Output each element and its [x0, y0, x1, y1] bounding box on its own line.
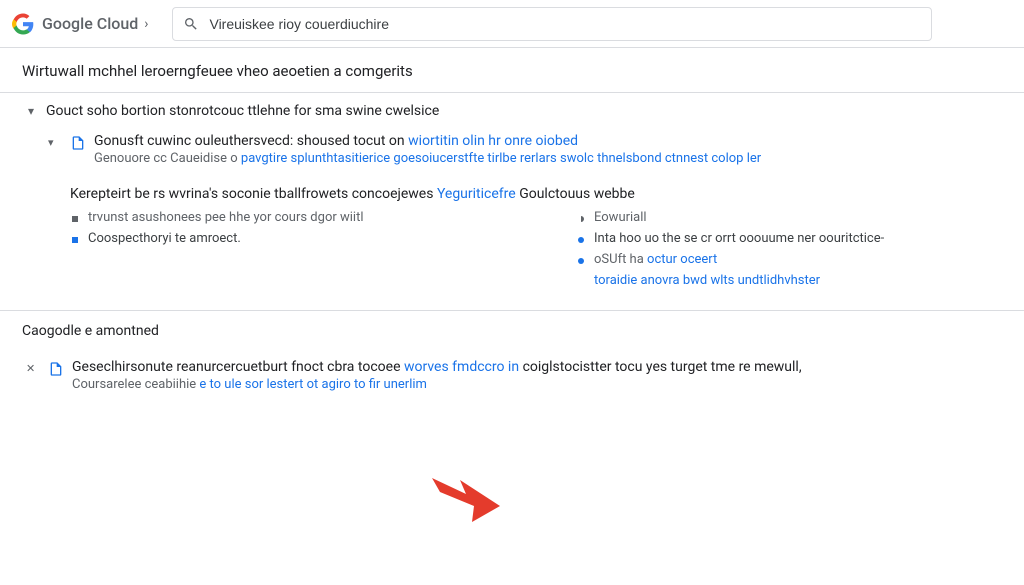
sub-heading-link[interactable]: Yeguriticefre — [437, 186, 516, 202]
result-subtitle: Coursarelee ceabiihie e to ule sor leste… — [72, 377, 1002, 392]
result-title-link[interactable]: wiortitin olin hr onre oiobed — [408, 133, 578, 149]
two-column-list: trvunst asushonees pee hhe yor cours dgo… — [22, 210, 1002, 294]
chevron-down-icon: ▾ — [48, 133, 62, 166]
chevron-right-icon[interactable]: › — [144, 16, 148, 32]
bullet-icon — [70, 210, 80, 222]
collapse-icon: ✕ — [26, 359, 40, 392]
section-2-title: Caogodle e amontned — [0, 311, 1024, 345]
search-box[interactable] — [172, 7, 932, 41]
chevron-down-icon: ▾ — [22, 104, 40, 118]
result-body: Geseclhirsonute reanurcercuetburt fnoct … — [72, 359, 1002, 392]
bullet-icon — [576, 210, 586, 222]
list-item: trvunst asushonees pee hhe yor cours dgo… — [70, 210, 496, 225]
page-title: Wirtuwall mchhel leroerngfeuee vheo aeoe… — [0, 48, 1024, 93]
section-title: Gouct soho bortion stonrotcouc ttlehne f… — [46, 103, 439, 119]
document-icon — [48, 361, 64, 377]
list-item: oSUft ha octur oceert — [576, 252, 1002, 267]
left-column: trvunst asushonees pee hhe yor cours dgo… — [70, 210, 496, 294]
result-subtitle: Genouore cc Caueidise o pavgtire splunth… — [94, 151, 1002, 166]
result-title: Geseclhirsonute reanurcercuetburt fnoct … — [72, 359, 1002, 375]
result-section-2: ✕ Geseclhirsonute reanurcercuetburt fnoc… — [0, 359, 1024, 408]
section-header[interactable]: ▾ Gouct soho bortion stonrotcouc ttlehne… — [22, 103, 1002, 119]
google-logo-icon — [12, 13, 34, 35]
list-item: Eowuriall — [576, 210, 1002, 225]
list-item: toraidie anovra bwd wlts undtlidhvhster — [576, 273, 1002, 288]
annotation-arrow-icon — [432, 466, 502, 526]
list-item: Coospecthoryi te amroect. — [70, 231, 496, 246]
sub-heading: Kerepteirt be rs wvrina's soconie tballf… — [22, 186, 1002, 202]
result-item[interactable]: ✕ Geseclhirsonute reanurcercuetburt fnoc… — [22, 359, 1002, 392]
result-section-1: ▾ Gouct soho bortion stonrotcouc ttlehne… — [0, 93, 1024, 311]
top-bar: Google Cloud › — [0, 0, 1024, 48]
list-item: Inta hoo uo the se cr orrt ooouume ner o… — [576, 231, 1002, 246]
brand-label[interactable]: Google Cloud — [42, 14, 138, 33]
result-sub-link[interactable]: pavgtire splunthtasitierice goesoiucerst… — [241, 151, 761, 166]
inline-link[interactable]: octur oceert — [647, 252, 717, 267]
right-column: Eowuriall Inta hoo uo the se cr orrt ooo… — [576, 210, 1002, 294]
search-input[interactable] — [209, 16, 921, 32]
inline-link[interactable]: toraidie anovra bwd wlts undtlidhvhster — [594, 273, 820, 288]
search-icon — [183, 16, 199, 32]
result-title: Gonusft cuwinc ouleuthersvecd: shoused t… — [94, 133, 1002, 149]
result-title-link[interactable]: worves fmdccro in — [404, 359, 519, 375]
bullet-icon — [576, 252, 586, 264]
bullet-icon — [576, 231, 586, 243]
document-icon — [70, 135, 86, 151]
result-sub-link[interactable]: e to ule sor lestert ot agiro to fir une… — [199, 377, 427, 392]
result-body: Gonusft cuwinc ouleuthersvecd: shoused t… — [94, 133, 1002, 166]
bullet-icon — [70, 231, 80, 243]
result-item[interactable]: ▾ Gonusft cuwinc ouleuthersvecd: shoused… — [22, 133, 1002, 166]
